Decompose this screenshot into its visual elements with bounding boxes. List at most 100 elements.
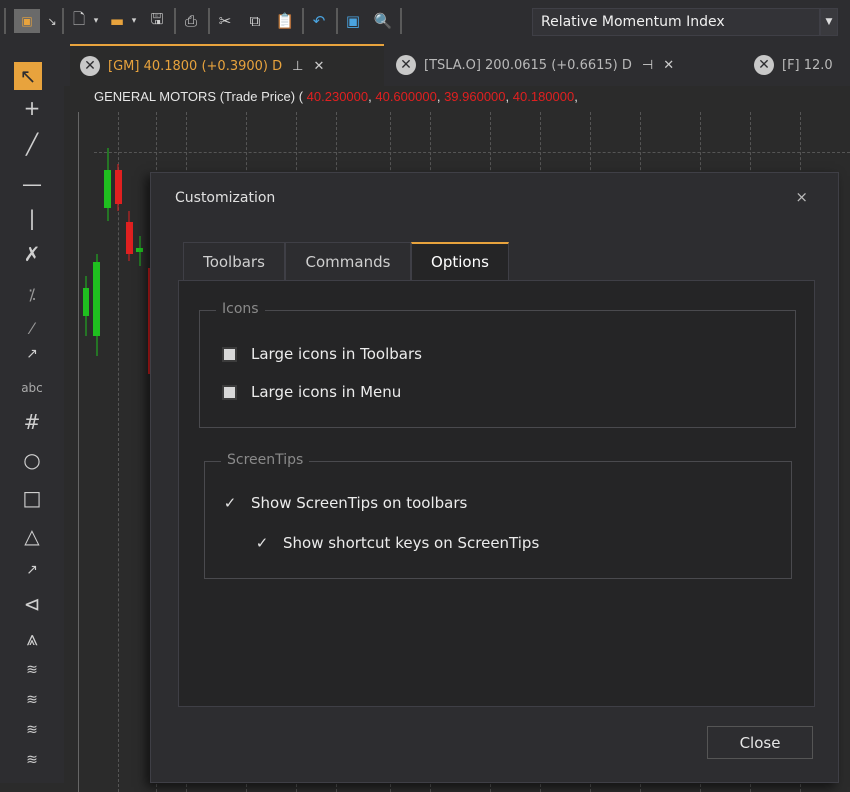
horizontal-line-icon[interactable]: —	[8, 170, 56, 198]
option-label: Show shortcut keys on ScreenTips	[283, 534, 540, 552]
vertical-line-icon[interactable]: |	[8, 204, 56, 232]
wave-tool-icon[interactable]: ≋	[8, 746, 56, 774]
tab-gm[interactable]: ✕ [GM] 40.1800 (+0.3900) D ⊥ ✕	[70, 44, 384, 86]
candle-body-up	[136, 248, 143, 252]
chart-tab-bar: ✕ [GM] 40.1800 (+0.3900) D ⊥ ✕ ✕ [TSLA.O…	[64, 44, 850, 86]
toolbar-separator	[62, 8, 64, 34]
screentips-group-title: ScreenTips	[221, 452, 310, 468]
pin-icon[interactable]: ⊥	[292, 59, 303, 74]
elliott-wave-12345-icon[interactable]: ≋	[8, 656, 56, 684]
candlesticks	[83, 148, 151, 374]
candle-body-up	[104, 170, 111, 208]
icons-group-title: Icons	[216, 301, 265, 317]
toolbar-expand-icon[interactable]: ↘	[46, 9, 58, 33]
ohlc-low: 39.960000	[444, 89, 506, 104]
candle-body-up	[83, 288, 89, 316]
pin-icon[interactable]: ⊣	[642, 58, 653, 73]
zoom-window-icon[interactable]: 🔍	[372, 9, 394, 33]
rectangle-tool-icon[interactable]: □	[8, 484, 56, 512]
close-icon[interactable]: ✕	[663, 58, 674, 73]
checkmark-icon[interactable]: ✓	[221, 494, 239, 512]
tab-toolbars[interactable]: Toolbars	[183, 242, 285, 280]
chevron-down-icon[interactable]: ▼	[820, 8, 838, 36]
copy-icon[interactable]: ⧉	[244, 9, 266, 33]
ohlc-open: 40.230000	[306, 89, 369, 104]
tab-label: [TSLA.O] 200.0615 (+0.6615) D	[424, 57, 632, 73]
tab-options[interactable]: Options	[411, 242, 509, 280]
checkmark-icon[interactable]: ✓	[253, 534, 271, 552]
option-label: Large icons in Menu	[251, 383, 402, 401]
chart-symbol-icon: ✕	[396, 55, 416, 75]
chart-symbol-icon: ✕	[80, 56, 100, 76]
option-label: Show ScreenTips on toolbars	[251, 494, 468, 512]
percent-line-icon[interactable]: ⁒	[8, 280, 56, 308]
candle-body-down	[126, 222, 133, 254]
tab-label: [GM] 40.1800 (+0.3900) D	[108, 58, 283, 74]
cut-icon[interactable]: ✂	[214, 9, 236, 33]
option-label: Large icons in Toolbars	[251, 345, 422, 363]
show-shortcut-keys-option[interactable]: ✓ Show shortcut keys on ScreenTips	[253, 534, 540, 552]
ohlc-separator: ,	[574, 89, 578, 104]
close-icon[interactable]: ×	[795, 188, 808, 206]
new-document-icon[interactable]: 🗋	[68, 9, 90, 33]
pitchfork-icon[interactable]: ⊲	[8, 590, 56, 618]
ohlc-open-paren: (	[298, 89, 304, 104]
app-logo-icon[interactable]: ▣	[14, 9, 40, 33]
open-dropdown-icon[interactable]: ▾	[128, 9, 140, 33]
chart-header: GENERAL MOTORS (Trade Price) ( 40.230000…	[94, 89, 578, 104]
paste-icon[interactable]: 📋	[274, 9, 296, 33]
chart-symbol-icon: ✕	[754, 55, 774, 75]
toolbar-separator	[336, 8, 338, 34]
crosshair-icon[interactable]: +	[8, 94, 56, 122]
ohlc-separator: ,	[436, 89, 441, 104]
options-panel: Icons Large icons in Toolbars Large icon…	[178, 280, 815, 707]
grid-tool-icon[interactable]: #	[8, 408, 56, 436]
candle-body-up	[93, 262, 100, 336]
toolbar-separator	[208, 8, 210, 34]
icons-group: Icons Large icons in Toolbars Large icon…	[199, 301, 796, 428]
wave-pattern-icon[interactable]: ⩓	[8, 624, 56, 652]
tab-commands[interactable]: Commands	[285, 242, 411, 280]
dialog-title: Customization	[175, 190, 276, 206]
trend-line-icon[interactable]: ╱	[8, 130, 56, 158]
print-icon[interactable]: ⎙	[180, 9, 202, 33]
ohlc-separator: ,	[505, 89, 510, 104]
save-icon[interactable]: 🖫	[146, 9, 168, 33]
ohlc-close: 40.180000	[512, 89, 575, 104]
toolbar-grip	[4, 8, 6, 34]
customization-dialog: Customization × Toolbars Commands Option…	[150, 172, 839, 783]
screenshot-icon[interactable]: ▣	[342, 9, 364, 33]
close-button[interactable]: Close	[707, 726, 813, 759]
cursor-icon[interactable]: ↖	[14, 62, 42, 90]
elliott-wave-abcde-icon[interactable]: ≋	[8, 716, 56, 744]
tab-f[interactable]: ✕ [F] 12.0	[748, 44, 850, 86]
arrow-marker-icon[interactable]: ↗	[8, 556, 56, 584]
text-tool[interactable]: abc	[8, 374, 56, 402]
toolbar-separator	[302, 8, 304, 34]
close-icon[interactable]: ✕	[313, 59, 324, 74]
triangle-tool-icon[interactable]: △	[8, 522, 56, 550]
indicator-select[interactable]: Relative Momentum Index	[532, 8, 820, 36]
ohlc-separator: ,	[368, 89, 372, 104]
drawing-toolbar: ↖ + ╱ — | ✗ ⁒ ⁄ ↗ abc # ○ □ △ ↗ ⊲ ⩓ ≋ ≋ …	[0, 44, 65, 783]
checkbox-unchecked[interactable]	[222, 346, 237, 362]
main-toolbar: ▣ ↘ 🗋 ▾ ▬ ▾ 🖫 ⎙ ✂ ⧉ 📋 ↶ ▣ 🔍 Relative Mom…	[0, 0, 850, 45]
grid-line	[94, 152, 850, 153]
tab-tsla[interactable]: ✕ [TSLA.O] 200.0615 (+0.6615) D ⊣ ✕	[390, 44, 746, 86]
tab-label: [F] 12.0	[782, 57, 833, 73]
toolbar-separator	[174, 8, 176, 34]
price-line-icon[interactable]: ⁄	[8, 314, 56, 342]
arrow-line-icon[interactable]: ↗	[8, 340, 56, 368]
large-icons-menu-option[interactable]: Large icons in Menu	[222, 383, 401, 401]
new-dropdown-icon[interactable]: ▾	[90, 9, 102, 33]
large-icons-toolbars-option[interactable]: Large icons in Toolbars	[222, 345, 422, 363]
ohlc-high: 40.600000	[375, 89, 437, 104]
checkbox-unchecked[interactable]	[222, 384, 237, 400]
elliott-wave-abc-icon[interactable]: ≋	[8, 686, 56, 714]
circle-tool-icon[interactable]: ○	[8, 446, 56, 474]
undo-icon[interactable]: ↶	[308, 9, 330, 33]
candle-body-down	[115, 170, 122, 204]
slope-line-icon[interactable]: ✗	[8, 240, 56, 268]
open-folder-icon[interactable]: ▬	[106, 9, 128, 33]
show-screentips-option[interactable]: ✓ Show ScreenTips on toolbars	[221, 494, 468, 512]
